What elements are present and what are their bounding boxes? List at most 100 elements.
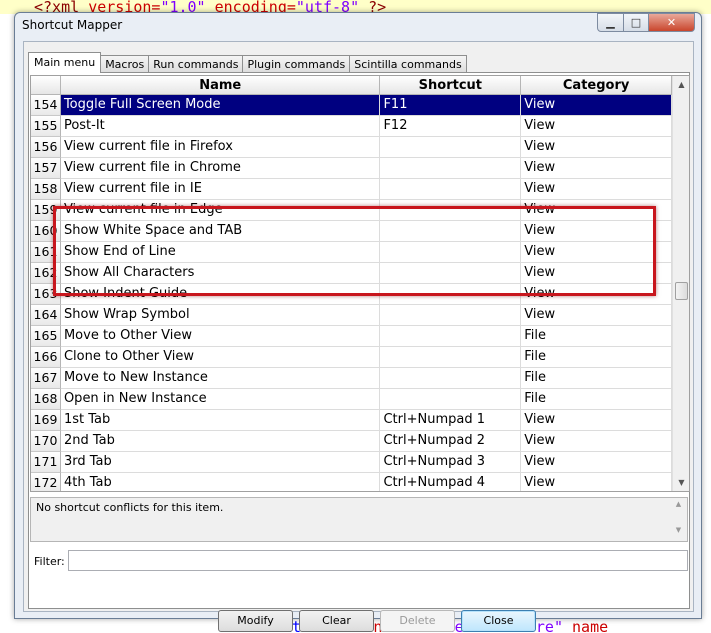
name-cell[interactable]: Clone to Other View (60, 347, 381, 368)
category-cell[interactable]: View (521, 221, 672, 242)
shortcut-cell[interactable] (380, 158, 522, 179)
shortcut-cell[interactable]: Ctrl+Numpad 3 (380, 452, 522, 473)
dialog-titlebar[interactable]: Shortcut Mapper ▁ □ ✕ (15, 13, 701, 39)
name-cell[interactable]: View current file in Firefox (60, 137, 381, 158)
delete-button[interactable]: Delete (380, 610, 455, 632)
shortcut-cell[interactable]: Ctrl+Numpad 2 (380, 431, 522, 452)
close-window-button[interactable]: ✕ (648, 13, 695, 32)
table-row[interactable]: 172 4th Tab Ctrl+Numpad 4 View (31, 473, 672, 491)
category-cell[interactable]: File (521, 347, 672, 368)
close-button[interactable]: Close (461, 610, 536, 632)
shortcut-cell[interactable]: Ctrl+Numpad 4 (380, 473, 522, 491)
shortcut-cell[interactable]: F11 (380, 95, 522, 116)
shortcut-cell[interactable] (380, 389, 522, 410)
name-cell[interactable]: Show White Space and TAB (60, 221, 381, 242)
table-row[interactable]: 154 Toggle Full Screen Mode F11 View (31, 95, 672, 116)
name-cell[interactable]: View current file in Chrome (60, 158, 381, 179)
table-row[interactable]: 162 Show All Characters View (31, 263, 672, 284)
category-cell[interactable]: View (521, 305, 672, 326)
table-row[interactable]: 160 Show White Space and TAB View (31, 221, 672, 242)
info-scroll-down-icon[interactable]: ▼ (670, 526, 687, 534)
category-cell[interactable]: View (521, 410, 672, 431)
category-cell[interactable]: View (521, 242, 672, 263)
category-cell[interactable]: View (521, 116, 672, 137)
category-cell[interactable]: File (521, 389, 672, 410)
filter-input[interactable] (68, 550, 688, 571)
name-cell[interactable]: View current file in IE (60, 179, 381, 200)
table-row[interactable]: 156 View current file in Firefox View (31, 137, 672, 158)
category-cell[interactable]: View (521, 158, 672, 179)
shortcut-cell[interactable] (380, 263, 522, 284)
name-cell[interactable]: Toggle Full Screen Mode (60, 95, 381, 116)
category-cell[interactable]: File (521, 326, 672, 347)
tab-plugin-commands[interactable]: Plugin commands (242, 55, 351, 73)
name-cell[interactable]: Show Wrap Symbol (60, 305, 381, 326)
scroll-up-arrow-icon[interactable]: ▲ (673, 76, 689, 93)
category-cell[interactable]: View (521, 179, 672, 200)
category-cell[interactable]: View (521, 431, 672, 452)
name-cell[interactable]: 2nd Tab (60, 431, 381, 452)
name-cell[interactable]: Open in New Instance (60, 389, 381, 410)
scroll-thumb[interactable] (675, 282, 688, 300)
category-cell[interactable]: View (521, 95, 672, 116)
table-row[interactable]: 165 Move to Other View File (31, 326, 672, 347)
tab-main-menu[interactable]: Main menu (28, 52, 102, 73)
table-row[interactable]: 155 Post-It F12 View (31, 116, 672, 137)
shortcut-cell[interactable]: F12 (380, 116, 522, 137)
table-row[interactable]: 168 Open in New Instance File (31, 389, 672, 410)
table-row[interactable]: 163 Show Indent Guide View (31, 284, 672, 305)
tab-scintilla-commands[interactable]: Scintilla commands (349, 55, 467, 73)
name-cell[interactable]: Post-It (60, 116, 381, 137)
shortcut-cell[interactable] (380, 200, 522, 221)
category-cell[interactable]: View (521, 137, 672, 158)
table-row[interactable]: 170 2nd Tab Ctrl+Numpad 2 View (31, 431, 672, 452)
name-cell[interactable]: Move to New Instance (60, 368, 381, 389)
header-shortcut[interactable]: Shortcut (380, 76, 522, 95)
name-cell[interactable]: 4th Tab (61, 473, 381, 491)
shortcut-cell[interactable] (380, 137, 522, 158)
info-scrollbar[interactable]: ▲ ▼ (670, 498, 687, 541)
shortcut-cell[interactable] (380, 179, 522, 200)
category-cell[interactable]: View (521, 200, 672, 221)
shortcut-cell[interactable] (380, 326, 522, 347)
table-row[interactable]: 159 View current file in Edge View (31, 200, 672, 221)
name-cell[interactable]: 3rd Tab (60, 452, 381, 473)
shortcut-cell[interactable]: Ctrl+Numpad 1 (380, 410, 522, 431)
tab-macros[interactable]: Macros (100, 55, 150, 73)
info-scroll-up-icon[interactable]: ▲ (670, 500, 687, 508)
table-row[interactable]: 169 1st Tab Ctrl+Numpad 1 View (31, 410, 672, 431)
table-row[interactable]: 158 View current file in IE View (31, 179, 672, 200)
category-cell[interactable]: View (521, 284, 672, 305)
minimize-button[interactable]: ▁ (597, 13, 624, 32)
table-row[interactable]: 171 3rd Tab Ctrl+Numpad 3 View (31, 452, 672, 473)
name-cell[interactable]: Show All Characters (60, 263, 381, 284)
table-row[interactable]: 164 Show Wrap Symbol View (31, 305, 672, 326)
grid-vertical-scrollbar[interactable]: ▲ ▼ (672, 76, 689, 491)
shortcut-cell[interactable] (380, 284, 522, 305)
category-cell[interactable]: File (521, 368, 672, 389)
table-row[interactable]: 161 Show End of Line View (31, 242, 672, 263)
table-row[interactable]: 157 View current file in Chrome View (31, 158, 672, 179)
clear-button[interactable]: Clear (299, 610, 374, 632)
shortcut-cell[interactable] (380, 305, 522, 326)
header-name[interactable]: Name (60, 76, 381, 95)
table-row[interactable]: 167 Move to New Instance File (31, 368, 672, 389)
scroll-down-arrow-icon[interactable]: ▼ (673, 474, 689, 491)
category-cell[interactable]: View (521, 473, 672, 491)
modify-button[interactable]: Modify (218, 610, 293, 632)
category-cell[interactable]: View (521, 452, 672, 473)
table-row[interactable]: 166 Clone to Other View File (31, 347, 672, 368)
name-cell[interactable]: Move to Other View (60, 326, 381, 347)
name-cell[interactable]: 1st Tab (60, 410, 381, 431)
shortcut-cell[interactable] (380, 242, 522, 263)
shortcut-cell[interactable] (380, 347, 522, 368)
name-cell[interactable]: View current file in Edge (60, 200, 381, 221)
shortcut-grid[interactable]: Name Shortcut Category 154 Toggle Full Sc… (30, 75, 690, 492)
maximize-button[interactable]: □ (623, 13, 649, 32)
shortcut-cell[interactable] (380, 368, 522, 389)
name-cell[interactable]: Show Indent Guide (60, 284, 381, 305)
shortcut-cell[interactable] (380, 221, 522, 242)
header-category[interactable]: Category (521, 76, 672, 95)
name-cell[interactable]: Show End of Line (60, 242, 381, 263)
tab-run-commands[interactable]: Run commands (148, 55, 244, 73)
